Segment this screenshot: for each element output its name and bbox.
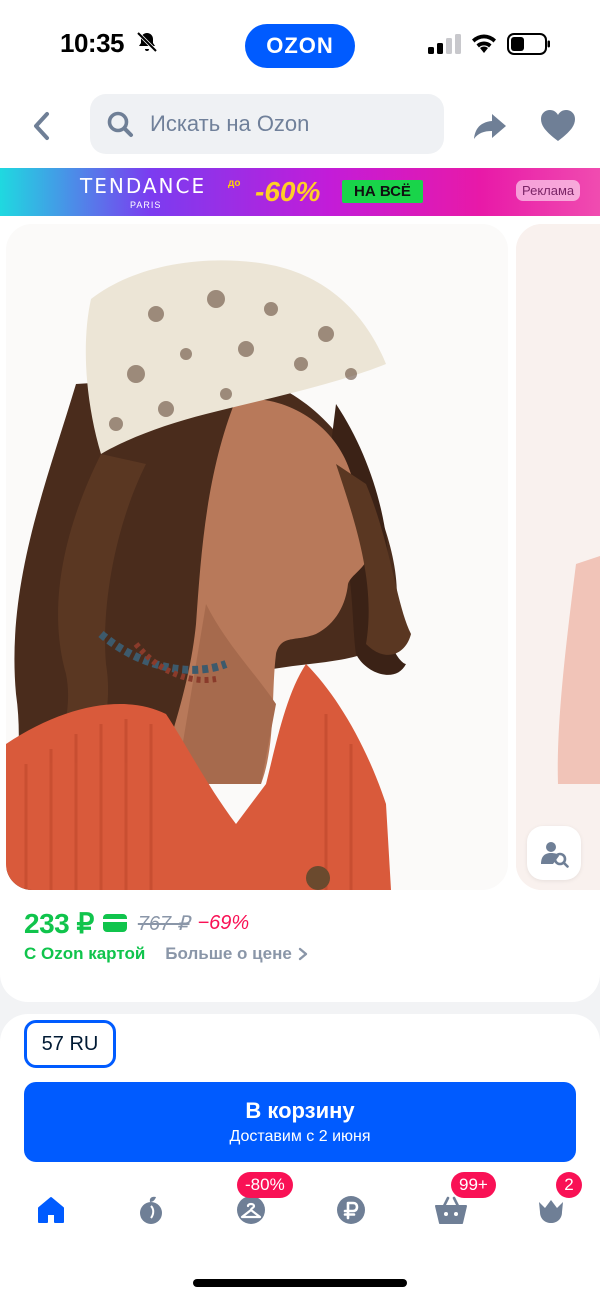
ozon-card-icon [102,914,127,932]
ozon-app-badge[interactable]: OZON [245,24,355,68]
profile-icon [539,1200,563,1223]
home-indicator[interactable] [193,1279,407,1287]
tab-home[interactable] [31,1190,71,1230]
price-current: 233 ₽ [24,907,94,939]
back-button[interactable] [22,106,62,146]
tab-profile[interactable]: 2 [531,1172,582,1230]
banner-brand: TENDANCE [80,174,207,198]
fresh-icon [140,1196,162,1224]
heart-icon[interactable] [538,106,578,146]
battery-icon [507,33,550,55]
with-ozon-card-label: С Ozon картой [24,944,146,963]
tab-cart[interactable]: 99+ [431,1172,496,1230]
home-icon [38,1197,64,1223]
status-bar: 10:35 OZON [0,0,600,92]
chevron-left-icon [34,112,49,140]
banner-brand-sub: PARIS [130,200,162,210]
bell-muted-icon [136,31,158,53]
price-row: 233 ₽ 767 ₽ −69% [24,906,249,940]
buy-card: 57 RU В корзину Доставим с 2 июня [0,1014,600,1300]
add-to-cart-button[interactable]: В корзину Доставим с 2 июня [24,1082,576,1162]
search-input[interactable]: Искать на Ozon [90,94,444,154]
search-icon [107,111,133,137]
status-time: 10:35 [60,28,125,58]
promo-banner[interactable]: TENDANCE PARIS до -60% НА ВСЁ Реклама [0,168,600,216]
wifi-icon [472,34,496,53]
chevron-right-icon [298,947,307,961]
search-placeholder: Искать на Ozon [150,111,310,136]
next-photo-illustration [516,224,600,890]
sale-badge: -80% [237,1172,293,1198]
tab-sale[interactable]: -80% [231,1172,293,1230]
profile-badge: 2 [556,1172,582,1198]
next-product-photo[interactable] [516,224,600,890]
sale-hanger-icon [237,1196,265,1224]
share-icon[interactable] [470,106,510,146]
banner-upto: до [228,178,241,189]
add-to-cart-label: В корзину [245,1098,355,1123]
tab-fresh[interactable] [131,1190,171,1230]
photo-search-icon [541,842,569,868]
cellular-signal-icon [428,34,461,54]
cart-icon [435,1196,467,1224]
banner-all-label: НА ВСЁ [342,180,423,203]
cart-badge: 99+ [451,1172,496,1198]
image-search-button[interactable] [527,826,581,880]
product-gallery-card [0,216,600,1002]
delivery-date-label: Доставим с 2 июня [229,1128,371,1145]
ruble-icon [337,1196,365,1224]
banner-discount: -60% [255,176,321,207]
price-discount: −69% [197,911,250,934]
price-subline: С Ozon картой Больше о цене [24,944,308,964]
tab-finance[interactable] [331,1190,371,1230]
search-header: Искать на Ozon [0,92,600,168]
product-photo-illustration [6,224,508,890]
product-photo[interactable] [6,224,508,890]
price-old: 767 ₽ [137,912,190,935]
more-about-price-link[interactable]: Больше о цене [165,944,292,964]
size-chip[interactable]: 57 RU [24,1020,116,1068]
bottom-tab-bar: -80% 99+ 2 [0,1172,600,1246]
ad-label: Реклама [516,180,581,201]
